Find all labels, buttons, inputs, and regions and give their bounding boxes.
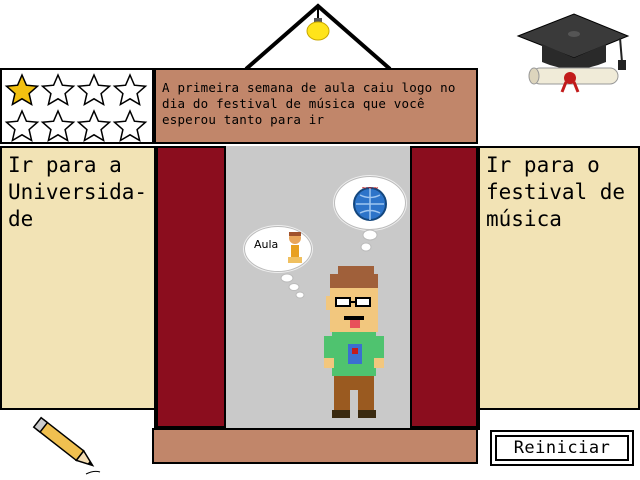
- globe-icon: ~~~: [353, 184, 387, 221]
- lamp-icon: [306, 4, 330, 41]
- thought-bubble-class-tail: [280, 273, 305, 299]
- student-icon: [288, 232, 302, 263]
- star-icon: [76, 73, 112, 107]
- thought-bubble-festival-tail: [360, 229, 378, 252]
- star-icon: [4, 109, 40, 143]
- star-icon: [76, 109, 112, 143]
- story-text: A primeira semana de aula caiu logo no d…: [162, 80, 456, 127]
- curtain-left: [156, 146, 226, 428]
- player-character: [324, 266, 384, 418]
- restart-button[interactable]: Reiniciar: [490, 430, 634, 466]
- stage-floor: [152, 428, 478, 464]
- curtain-right: [410, 146, 478, 428]
- pencil-icon: [32, 416, 101, 475]
- story-text-box: A primeira semana de aula caiu logo no d…: [154, 68, 478, 144]
- restart-button-label: Reiniciar: [495, 435, 629, 461]
- star-icon: [40, 73, 76, 107]
- diploma-icon: [528, 67, 619, 93]
- star-icon: [40, 109, 76, 143]
- star-rating: [0, 68, 154, 144]
- svg-text:~~~: ~~~: [361, 184, 379, 192]
- choice-music-festival-button[interactable]: Ir para o festival de música: [478, 146, 640, 410]
- star-icon: [4, 73, 40, 107]
- star-icon: [112, 73, 148, 107]
- choice-university-button[interactable]: Ir para a Universida- de: [0, 146, 156, 410]
- thought-bubble-class-label: Aula: [254, 238, 279, 251]
- roof: [244, 3, 392, 70]
- star-icon: [112, 109, 148, 143]
